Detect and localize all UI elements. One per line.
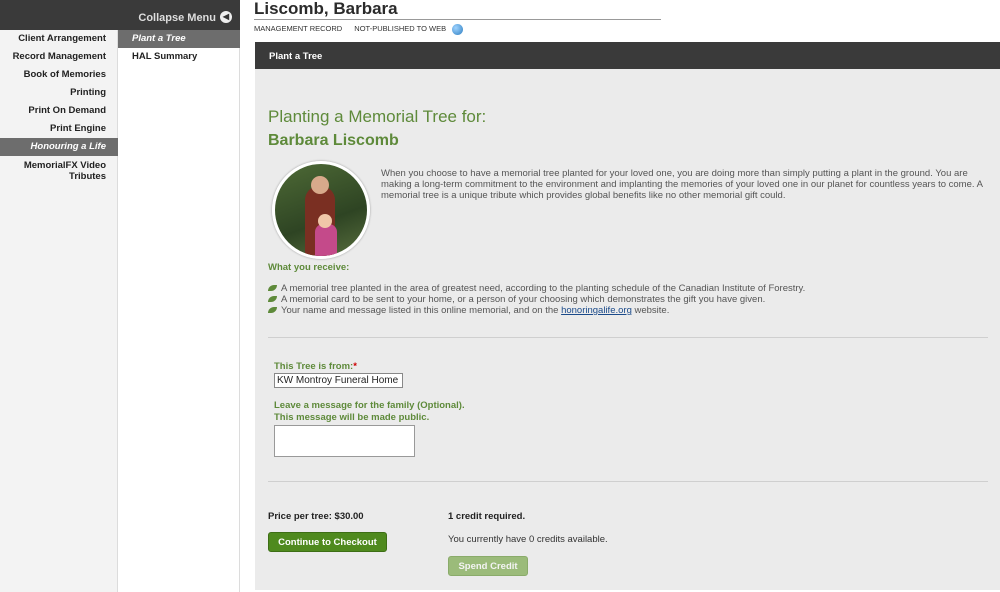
spend-credit-button[interactable]: Spend Credit: [448, 556, 528, 576]
continue-to-checkout-button[interactable]: Continue to Checkout: [268, 532, 387, 552]
tree-from-input[interactable]: [274, 373, 403, 388]
page-title: Liscomb, Barbara: [254, 0, 661, 20]
subnav-item-hal-summary[interactable]: HAL Summary: [118, 48, 240, 66]
divider: [268, 337, 988, 338]
leaf-icon: [268, 296, 277, 302]
chevron-left-icon[interactable]: ◀: [220, 11, 232, 23]
tree-from-label: This Tree is from:*: [274, 361, 357, 372]
nav-item-memorialfx-video-tributes[interactable]: MemorialFX Video Tributes: [0, 156, 118, 185]
nav-item-print-engine[interactable]: Print Engine: [0, 120, 118, 138]
price-per-tree: Price per tree: $30.00: [268, 511, 364, 522]
message-label: Leave a message for the family (Optional…: [274, 400, 465, 411]
credits-required: 1 credit required.: [448, 511, 526, 522]
intro-text: When you choose to have a memorial tree …: [381, 168, 983, 201]
sub-navigation: Plant a Tree HAL Summary: [118, 0, 240, 592]
publish-status-label: NOT-PUBLISHED TO WEB: [354, 24, 447, 34]
nav-item-honouring-a-life[interactable]: Honouring a Life: [0, 138, 118, 156]
main-content: Planting a Memorial Tree for: Barbara Li…: [255, 69, 1000, 590]
sub-menu: Plant a Tree HAL Summary: [118, 30, 240, 66]
memorial-photo: [272, 161, 370, 259]
required-marker: *: [353, 361, 357, 372]
honoringalife-link[interactable]: honoringalife.org: [561, 305, 632, 316]
list-item: Your name and message listed in this onl…: [268, 305, 805, 316]
nav-item-book-of-memories[interactable]: Book of Memories: [0, 66, 118, 84]
list-item: A memorial card to be sent to your home,…: [268, 294, 805, 305]
tab-plant-a-tree[interactable]: Plant a Tree: [269, 51, 322, 62]
list-item: A memorial tree planted in the area of g…: [268, 283, 805, 294]
record-meta: MANAGEMENT RECORD NOT-PUBLISHED TO WEB: [254, 24, 473, 35]
section-heading: Planting a Memorial Tree for:: [268, 107, 487, 126]
benefits-list: A memorial tree planted in the area of g…: [268, 283, 805, 316]
leaf-icon: [268, 307, 277, 313]
divider: [268, 481, 988, 482]
nav-item-print-on-demand[interactable]: Print On Demand: [0, 102, 118, 120]
deceased-name: Barbara Liscomb: [268, 132, 399, 149]
subnav-item-plant-a-tree[interactable]: Plant a Tree: [118, 30, 240, 48]
family-message-textarea[interactable]: [274, 425, 415, 457]
receive-heading: What you receive:: [268, 262, 350, 273]
leaf-icon: [268, 285, 277, 291]
main-menu: Client Arrangement Record Management Boo…: [0, 30, 118, 185]
globe-icon[interactable]: [452, 24, 464, 35]
nav-item-printing[interactable]: Printing: [0, 84, 118, 102]
credits-available: You currently have 0 credits available.: [448, 534, 608, 545]
message-public-note: This message will be made public.: [274, 412, 430, 423]
record-type-label: MANAGEMENT RECORD: [254, 24, 343, 34]
nav-item-record-management[interactable]: Record Management: [0, 48, 118, 66]
collapse-menu-label[interactable]: Collapse Menu: [138, 12, 216, 24]
section-tab-bar: Plant a Tree: [255, 42, 1000, 69]
record-header: Liscomb, Barbara MANAGEMENT RECORD NOT-P…: [254, 0, 661, 38]
nav-item-client-arrangement[interactable]: Client Arrangement: [0, 30, 118, 48]
left-navigation: Client Arrangement Record Management Boo…: [0, 0, 118, 592]
collapse-menu-bar[interactable]: Collapse Menu ◀: [0, 0, 240, 30]
